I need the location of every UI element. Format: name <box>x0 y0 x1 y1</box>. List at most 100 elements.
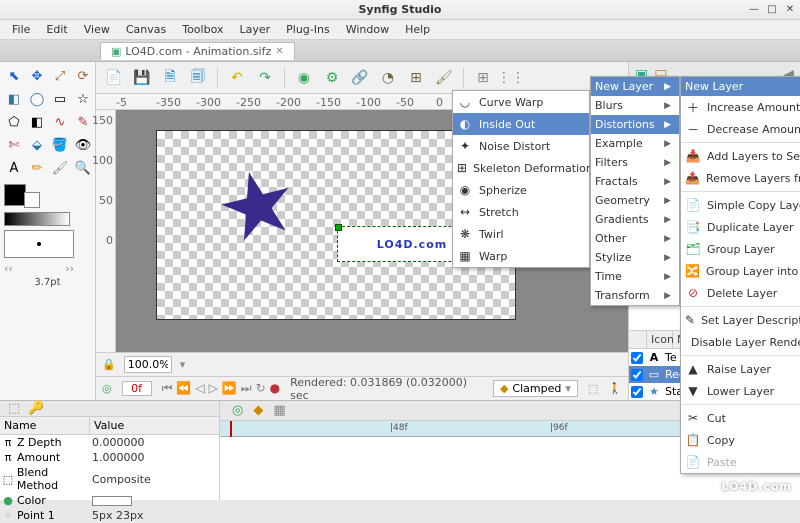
param-row[interactable]: πAmount1.000000 <box>0 450 219 465</box>
animate-toggle-icon[interactable]: ◎ <box>102 382 112 395</box>
menu-view[interactable]: View <box>78 21 116 38</box>
document-tab[interactable]: ▣ LO4D.com - Animation.sifz ✕ <box>100 42 295 60</box>
mi-curve-warp[interactable]: ◡Curve Warp <box>453 91 589 113</box>
zoom-input[interactable] <box>124 356 172 373</box>
keyframe-icon[interactable]: ⬚ <box>588 382 598 395</box>
mi-other[interactable]: Other▶ <box>591 229 679 248</box>
tool-scale[interactable]: ⤢ <box>50 66 70 86</box>
seek-next-kf-icon[interactable]: ⏩ <box>222 381 237 396</box>
tb-saveall[interactable]: 🗐 <box>186 66 210 90</box>
loop-icon[interactable]: ↻ <box>256 381 266 396</box>
mi-increase-amount[interactable]: ＋Increase Amount <box>681 96 800 118</box>
stroke-preview[interactable] <box>4 230 74 258</box>
lock-icon[interactable]: 🔒 <box>102 358 116 371</box>
tb-grid[interactable]: ⊞ <box>471 66 495 90</box>
mi-gradients[interactable]: Gradients▶ <box>591 210 679 229</box>
seek-end-icon[interactable]: ⏭ <box>241 381 252 396</box>
minimize-icon[interactable]: — <box>748 4 760 16</box>
menu-plugins[interactable]: Plug-Ins <box>280 21 336 38</box>
tool-zoom[interactable]: 🔍 <box>73 158 93 178</box>
mi-copy[interactable]: 📋Copy <box>681 429 800 451</box>
mi-noise-distort[interactable]: ✦Noise Distort <box>453 135 589 157</box>
mi-distortions[interactable]: Distortions▶ <box>591 115 679 134</box>
record-icon[interactable]: ● <box>270 381 280 396</box>
mi-group-layer[interactable]: 🗂Group Layer <box>681 238 800 260</box>
tab-close-icon[interactable]: ✕ <box>275 46 283 57</box>
mi-fractals[interactable]: Fractals▶ <box>591 172 679 191</box>
mi-twirl[interactable]: ❋Twirl <box>453 223 589 245</box>
mi-inside-out[interactable]: ◐Inside Out <box>453 113 589 135</box>
tb-redo[interactable]: ↷ <box>253 66 277 90</box>
tool-circle[interactable]: ◯ <box>27 89 47 109</box>
tool-smooth-move[interactable]: ✥ <box>27 66 47 86</box>
stroke-size[interactable]: 3.7pt <box>4 277 91 288</box>
mi-stretch[interactable]: ↔Stretch <box>453 201 589 223</box>
menu-help[interactable]: Help <box>399 21 436 38</box>
mi-group-switch[interactable]: 🔀Group Layer into Switch <box>681 260 800 282</box>
mi-time[interactable]: Time▶ <box>591 267 679 286</box>
menu-file[interactable]: File <box>6 21 36 38</box>
param-row[interactable]: ⬚Blend MethodComposite <box>0 465 219 493</box>
mi-spherize[interactable]: ◉Spherize <box>453 179 589 201</box>
menu-layer[interactable]: Layer <box>233 21 276 38</box>
params-tab-icon[interactable]: ⬚ <box>8 401 20 416</box>
tb-undo[interactable]: ↶ <box>225 66 249 90</box>
tb-brush2[interactable]: 🖌 <box>432 66 456 90</box>
tool-text[interactable]: A <box>4 158 24 178</box>
menu-edit[interactable]: Edit <box>40 21 73 38</box>
tb-onion[interactable]: ◔ <box>376 66 400 90</box>
tb-link[interactable]: 🔗 <box>348 66 372 90</box>
stroke-dec-icon[interactable]: ‹‹ <box>4 262 13 275</box>
mi-geometry[interactable]: Geometry▶ <box>591 191 679 210</box>
tb-preview[interactable]: ◉ <box>292 66 316 90</box>
tool-gradient[interactable]: ◧ <box>27 112 47 132</box>
param-row[interactable]: πZ Depth0.000000 <box>0 435 219 450</box>
tool-star[interactable]: ☆ <box>73 89 93 109</box>
maximize-icon[interactable]: □ <box>766 4 778 16</box>
mi-transform[interactable]: Transform▶ <box>591 286 679 305</box>
mi-raise-layer[interactable]: ▲Raise Layer <box>681 358 800 380</box>
layer-visible-checkbox[interactable] <box>631 386 643 398</box>
meta-tab-icon[interactable]: ▦ <box>273 403 285 418</box>
color-swatch[interactable] <box>92 496 132 506</box>
mi-blurs[interactable]: Blurs▶ <box>591 96 679 115</box>
mi-set-description[interactable]: ✎Set Layer Description <box>681 309 800 331</box>
tool-width[interactable]: ⬙ <box>27 135 47 155</box>
layer-visible-checkbox[interactable] <box>631 369 643 381</box>
play-back-icon[interactable]: ◁ <box>195 381 204 396</box>
frame-input[interactable] <box>122 381 152 396</box>
timetrack-tab-icon[interactable]: ◎ <box>232 403 243 418</box>
star-layer[interactable]: ★ <box>207 153 307 260</box>
tool-transform[interactable]: ⬉ <box>4 66 24 86</box>
layer-visible-checkbox[interactable] <box>631 352 643 364</box>
tb-guides[interactable]: ⊞ <box>404 66 428 90</box>
tb-save[interactable]: 💾 <box>130 66 154 90</box>
tb-snap[interactable]: ⋮⋮ <box>499 66 523 90</box>
interpolation-dropdown[interactable]: ◆ Clamped ▾ <box>493 380 578 397</box>
fill-color-swatch[interactable] <box>24 192 40 208</box>
outline-color-swatch[interactable] <box>4 184 26 206</box>
stroke-inc-icon[interactable]: ›› <box>65 262 74 275</box>
mi-skeleton-deform[interactable]: ⊞Skeleton Deformation <box>453 157 589 179</box>
tool-polygon[interactable]: ⬠ <box>4 112 24 132</box>
mi-add-to-set[interactable]: 📥Add Layers to Set <box>681 145 800 167</box>
seek-start-icon[interactable]: ⏮ <box>162 381 173 396</box>
mi-delete-layer[interactable]: ⊘Delete Layer <box>681 282 800 304</box>
tool-eyedrop[interactable]: 👁 <box>73 135 93 155</box>
tb-render[interactable]: ⚙ <box>320 66 344 90</box>
mi-filters[interactable]: Filters▶ <box>591 153 679 172</box>
tool-cutout[interactable]: ✄ <box>4 135 24 155</box>
mi-lower-layer[interactable]: ▼Lower Layer <box>681 380 800 402</box>
tb-new[interactable]: 📄 <box>102 66 126 90</box>
mi-cut[interactable]: ✂Cut <box>681 407 800 429</box>
tool-spline[interactable]: ∿ <box>50 112 70 132</box>
tool-fill[interactable]: 🪣 <box>50 135 70 155</box>
menu-canvas[interactable]: Canvas <box>120 21 172 38</box>
menu-toolbox[interactable]: Toolbox <box>176 21 229 38</box>
animate-mode-icon[interactable]: 🚶 <box>608 382 622 395</box>
param-row[interactable]: ●Color <box>0 493 219 508</box>
mi-new-layer[interactable]: New Layer▶ <box>591 77 679 96</box>
curves-tab-icon[interactable]: ◆ <box>253 403 263 418</box>
mi-decrease-amount[interactable]: －Decrease Amount <box>681 118 800 140</box>
tb-saveas[interactable]: 🗎 <box>158 66 182 90</box>
